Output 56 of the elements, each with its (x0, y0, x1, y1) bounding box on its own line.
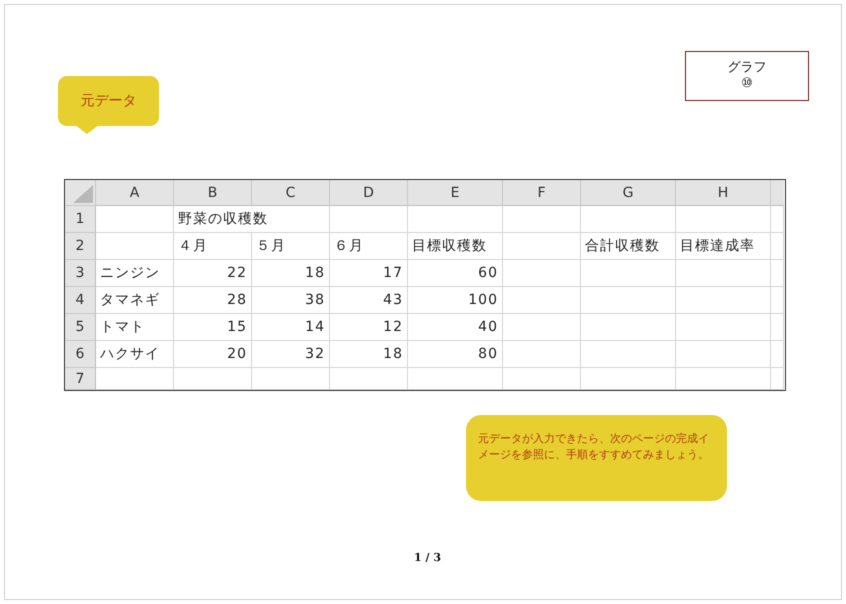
table-cell: 17 (330, 260, 408, 287)
table-cell: 18 (252, 260, 330, 287)
table-cell: トマト (96, 314, 174, 341)
empty-cell (771, 341, 784, 368)
callout-label: 元データ (58, 76, 159, 126)
table-cell: 43 (330, 287, 408, 314)
table-cell: 14 (252, 314, 330, 341)
table-cell: 12 (330, 314, 408, 341)
row-header[interactable]: 2 (65, 233, 96, 260)
table-cell: ハクサイ (96, 341, 174, 368)
table-cell: 40 (408, 314, 503, 341)
table-cell: 合計収穫数 (581, 233, 676, 260)
column-header[interactable]: F (503, 180, 581, 206)
table-cell: ５月 (252, 233, 330, 260)
empty-cell (771, 260, 784, 287)
table-cell: タマネギ (96, 287, 174, 314)
empty-cell (771, 233, 784, 260)
row-header[interactable]: 1 (65, 206, 96, 233)
table-cell: 80 (408, 341, 503, 368)
table-cell: 60 (408, 260, 503, 287)
empty-cell (771, 368, 784, 390)
column-header[interactable]: A (96, 180, 174, 206)
row-header[interactable]: 3 (65, 260, 96, 287)
label-text: ⑩ (741, 76, 753, 92)
column-header[interactable]: H (676, 180, 771, 206)
table-cell: ニンジン (96, 260, 174, 287)
table-cell: 28 (174, 287, 252, 314)
select-all-icon (73, 185, 93, 203)
empty-cell (771, 314, 784, 341)
instruction-note: 元データが入力できたら、次のページの完成イメージを参照に、手順をすすめてみましょう。 (466, 415, 727, 501)
column-header[interactable]: B (174, 180, 252, 206)
table-cell: 22 (174, 260, 252, 287)
row-header[interactable]: 4 (65, 287, 96, 314)
table-cell: 38 (252, 287, 330, 314)
empty-cell (771, 287, 784, 314)
column-header[interactable]: E (408, 180, 503, 206)
page-indicator: 1 / 3 (414, 551, 442, 564)
table-cell: 目標達成率 (676, 233, 771, 260)
table-cell: 目標収穫数 (408, 233, 503, 260)
table-cell: 18 (330, 341, 408, 368)
header-filler (771, 180, 784, 206)
table-cell: ６月 (330, 233, 408, 260)
table-cell: 100 (408, 287, 503, 314)
callout-pointer-icon (75, 125, 99, 135)
table-cell: 20 (174, 341, 252, 368)
row-header[interactable]: 6 (65, 341, 96, 368)
table-cell: 15 (174, 314, 252, 341)
row-header[interactable]: 7 (65, 368, 96, 390)
table-cell: 野菜の収穫数 (174, 206, 330, 233)
column-header[interactable]: G (581, 180, 676, 206)
label-text: グラフ (728, 60, 766, 76)
table-cell: ４月 (174, 233, 252, 260)
row-header[interactable]: 5 (65, 314, 96, 341)
column-header[interactable]: D (330, 180, 408, 206)
table-cell: 32 (252, 341, 330, 368)
column-header[interactable]: C (252, 180, 330, 206)
